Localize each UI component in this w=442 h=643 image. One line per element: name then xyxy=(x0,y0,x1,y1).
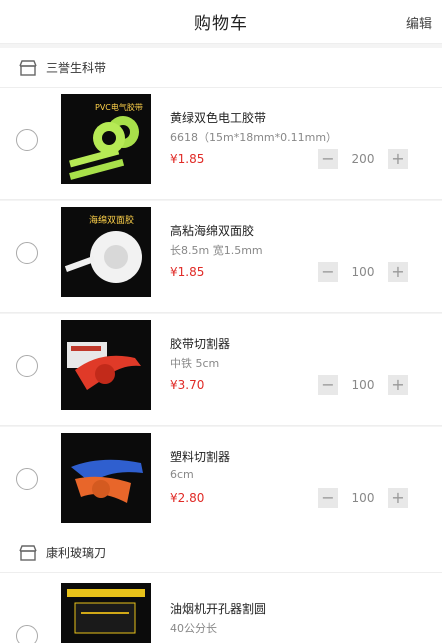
quantity-value[interactable]: 100 xyxy=(338,491,388,505)
product-name[interactable]: 胶带切割器 xyxy=(170,335,230,352)
quantity-stepper: − 100 + xyxy=(318,488,408,508)
product-spec: 长8.5m 宽1.5mm xyxy=(170,244,263,257)
increment-button[interactable]: + xyxy=(388,375,408,395)
product-name[interactable]: 塑料切割器 xyxy=(170,448,230,465)
decrement-button[interactable]: − xyxy=(318,262,338,282)
increment-button[interactable]: + xyxy=(388,149,408,169)
quantity-stepper: − 200 + xyxy=(318,149,408,169)
select-radio[interactable] xyxy=(16,625,38,643)
decrement-button[interactable]: − xyxy=(318,375,338,395)
shop-header[interactable]: 三誉生科带 xyxy=(0,48,442,88)
decrement-button[interactable]: − xyxy=(318,488,338,508)
product-spec: 中铁 5cm xyxy=(170,357,220,370)
select-radio[interactable] xyxy=(16,468,38,490)
store-icon xyxy=(18,544,38,561)
cart-item: 油烟机开孔器割圆 40公分长 xyxy=(0,573,442,643)
product-spec: 6618（15m*18mm*0.11mm） xyxy=(170,131,338,144)
product-spec: 6cm xyxy=(170,468,194,481)
product-image[interactable]: 海绵双面胶 xyxy=(61,207,151,297)
cart-item: 塑料切割器 6cm ¥2.80 − 100 + xyxy=(0,427,442,539)
decrement-button[interactable]: − xyxy=(318,149,338,169)
product-price: ¥3.70 xyxy=(170,378,205,392)
quantity-stepper: − 100 + xyxy=(318,375,408,395)
select-radio[interactable] xyxy=(16,355,38,377)
increment-button[interactable]: + xyxy=(388,488,408,508)
product-name[interactable]: 油烟机开孔器割圆 xyxy=(170,600,266,617)
thumb-label: PVC电气胶带 xyxy=(95,102,143,112)
select-radio[interactable] xyxy=(16,129,38,151)
quantity-value[interactable]: 100 xyxy=(338,265,388,279)
cart-item: 海绵双面胶 高粘海绵双面胶 长8.5m 宽1.5mm ¥1.85 − 100 + xyxy=(0,201,442,313)
product-price: ¥1.85 xyxy=(170,152,205,166)
product-name[interactable]: 高粘海绵双面胶 xyxy=(170,222,254,239)
thumb-label: 海绵双面胶 xyxy=(89,214,134,226)
store-icon xyxy=(18,59,38,76)
product-image[interactable]: PVC电气胶带 xyxy=(61,94,151,184)
product-price: ¥1.85 xyxy=(170,265,205,279)
select-radio[interactable] xyxy=(16,242,38,264)
quantity-stepper: − 100 + xyxy=(318,262,408,282)
increment-button[interactable]: + xyxy=(388,262,408,282)
shop-header[interactable]: 康利玻璃刀 xyxy=(0,533,442,573)
cart-item: PVC电气胶带 黄绿双色电工胶带 6618（15m*18mm*0.11mm） ¥… xyxy=(0,88,442,200)
cart-item: 胶带切割器 中铁 5cm ¥3.70 − 100 + xyxy=(0,314,442,426)
product-price: ¥2.80 xyxy=(170,491,205,505)
edit-button[interactable]: 编辑 xyxy=(406,13,432,32)
navbar: 购物车 编辑 xyxy=(0,0,442,44)
product-image[interactable] xyxy=(61,433,151,523)
quantity-value[interactable]: 200 xyxy=(338,152,388,166)
product-image[interactable] xyxy=(61,320,151,410)
page-title: 购物车 xyxy=(194,14,248,34)
shop-name: 三誉生科带 xyxy=(46,61,107,75)
product-image[interactable] xyxy=(61,583,151,643)
shop-name: 康利玻璃刀 xyxy=(46,546,107,560)
product-name[interactable]: 黄绿双色电工胶带 xyxy=(170,109,266,126)
quantity-value[interactable]: 100 xyxy=(338,378,388,392)
product-spec: 40公分长 xyxy=(170,622,217,635)
